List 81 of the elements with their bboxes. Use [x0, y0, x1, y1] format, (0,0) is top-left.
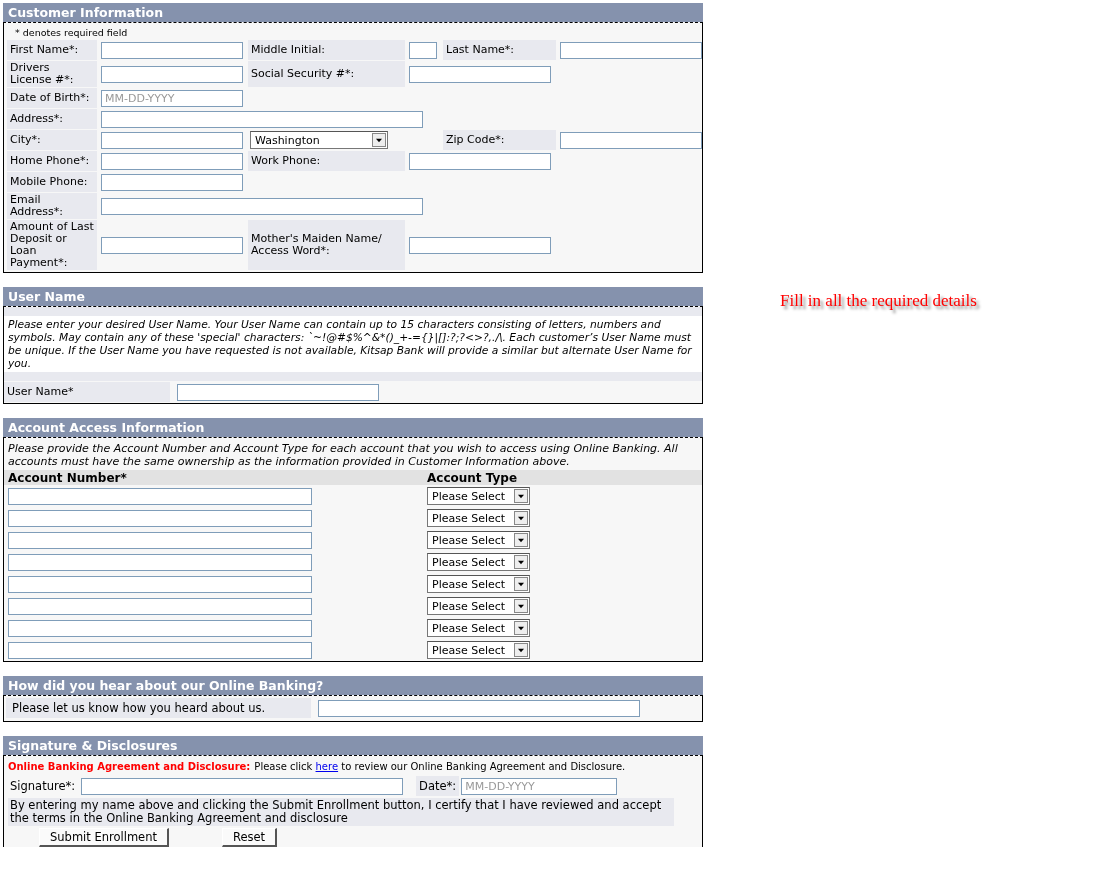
certification-text: By entering my name above and clicking the Submit Enrollment button, I certify that I have reviewed and accept the terms in the Online Banking Agreement and disclosure: [8, 798, 674, 826]
input-field[interactable]: [101, 110, 423, 128]
field-label: Mobile Phone:: [7, 172, 97, 192]
input-field[interactable]: [560, 131, 702, 149]
field-label: Drivers License #*:: [7, 61, 97, 87]
input-field[interactable]: MM-DD-YYYY: [461, 777, 618, 795]
account-type-select[interactable]: Please Select: [427, 531, 530, 549]
input-field[interactable]: [8, 487, 312, 505]
field-label: Zip Code*:: [443, 130, 556, 150]
account-type-select[interactable]: Please Select: [427, 487, 530, 505]
input-field[interactable]: [8, 553, 312, 571]
caret-icon: [372, 133, 386, 147]
instructions-text: Please provide the Account Number and Account Type for each account that you wish to access using Online Banking. All accounts must have the same ownership as the information provided in Customer Information above.: [7, 441, 679, 470]
account-type-select[interactable]: Please Select: [427, 597, 530, 615]
field-label: Last Name*:: [443, 40, 556, 60]
input-field[interactable]: [318, 699, 640, 717]
here-link[interactable]: here: [315, 761, 339, 772]
input-field[interactable]: [409, 236, 551, 254]
field-label: Signature*:: [9, 779, 77, 793]
field-label: Work Phone:: [248, 151, 405, 171]
input-field[interactable]: [409, 41, 437, 59]
input-field[interactable]: [8, 619, 312, 637]
caret-icon: [514, 599, 528, 613]
field-label: Date of Birth*:: [7, 88, 97, 108]
account-type-select[interactable]: Please Select: [427, 641, 530, 659]
input-field[interactable]: [177, 383, 379, 401]
input-field[interactable]: [101, 152, 243, 170]
input-field[interactable]: [101, 41, 243, 59]
field-label: Date*:: [416, 776, 460, 796]
section-header: User Name: [3, 287, 703, 306]
state-select[interactable]: Washington: [250, 131, 388, 149]
disclosure-text: Please click here to review our Online Banking Agreement and Disclosure.: [254, 761, 626, 772]
input-field[interactable]: [101, 173, 243, 191]
section-header: How did you hear about our Online Banking?: [3, 676, 703, 695]
field-label: Amount of Last Deposit or Loan Payment*:: [7, 220, 97, 270]
input-field[interactable]: MM-DD-YYYY: [101, 89, 243, 107]
caret-icon: [514, 511, 528, 525]
section-header: Account Access Information: [3, 418, 703, 437]
account-type-select[interactable]: Please Select: [427, 509, 530, 527]
reset-button[interactable]: Reset: [222, 828, 278, 847]
field-label: Middle Initial:: [248, 40, 405, 60]
field-label: First Name*:: [7, 40, 97, 60]
input-field[interactable]: [101, 131, 243, 149]
account-type-select[interactable]: Please Select: [427, 575, 530, 593]
input-field[interactable]: [8, 597, 312, 615]
input-field[interactable]: [560, 41, 702, 59]
account-type-select[interactable]: Please Select: [427, 619, 530, 637]
instructions-text: Please enter your desired User Name. Your User Name can contain up to 15 characters consisting of letters, numbers and symbols. May contain any of these 'special' characters: `~!@#$%^&*()_+-={}|[]:?;?<>?,./\. Each customer’s User Name must be unique. If the User Name you have requested is not available, Kitsap Bank will provide a similar but alternate User Name for you.: [4, 316, 702, 372]
caret-icon: [514, 621, 528, 635]
input-field[interactable]: [409, 152, 551, 170]
input-field[interactable]: [8, 575, 312, 593]
required-message: Fill in all the required details: [780, 291, 977, 311]
field-label: Email Address*:: [7, 193, 97, 219]
column-header: Account Number*: [8, 471, 128, 485]
section-header: Signature & Disclosures: [3, 736, 703, 755]
field-label: User Name*: [4, 382, 170, 402]
caret-icon: [514, 533, 528, 547]
input-field[interactable]: [8, 531, 312, 549]
input-field[interactable]: [8, 509, 312, 527]
required-note: * denotes required field: [14, 26, 129, 40]
section-header: Customer Information: [3, 3, 703, 22]
column-header: Account Type: [427, 471, 519, 485]
submit-button[interactable]: Submit Enrollment: [39, 828, 169, 847]
disclosure-title: Online Banking Agreement and Disclosure:: [8, 761, 251, 772]
field-label: Please let us know how you heard about us.: [6, 698, 311, 718]
caret-icon: [514, 489, 528, 503]
input-field[interactable]: [409, 65, 551, 83]
field-label: Home Phone*:: [7, 151, 97, 171]
field-label: Mother's Maiden Name/ Access Word*:: [248, 220, 405, 270]
caret-icon: [514, 555, 528, 569]
input-field[interactable]: [81, 777, 404, 795]
field-label: City*:: [7, 130, 97, 150]
account-type-select[interactable]: Please Select: [427, 553, 530, 571]
caret-icon: [514, 643, 528, 657]
input-field[interactable]: [8, 641, 312, 659]
field-label: Address*:: [7, 109, 97, 129]
input-field[interactable]: [101, 236, 243, 254]
caret-icon: [514, 577, 528, 591]
field-label: Social Security #*:: [248, 61, 405, 87]
input-field[interactable]: [101, 65, 243, 83]
input-field[interactable]: [101, 197, 423, 215]
